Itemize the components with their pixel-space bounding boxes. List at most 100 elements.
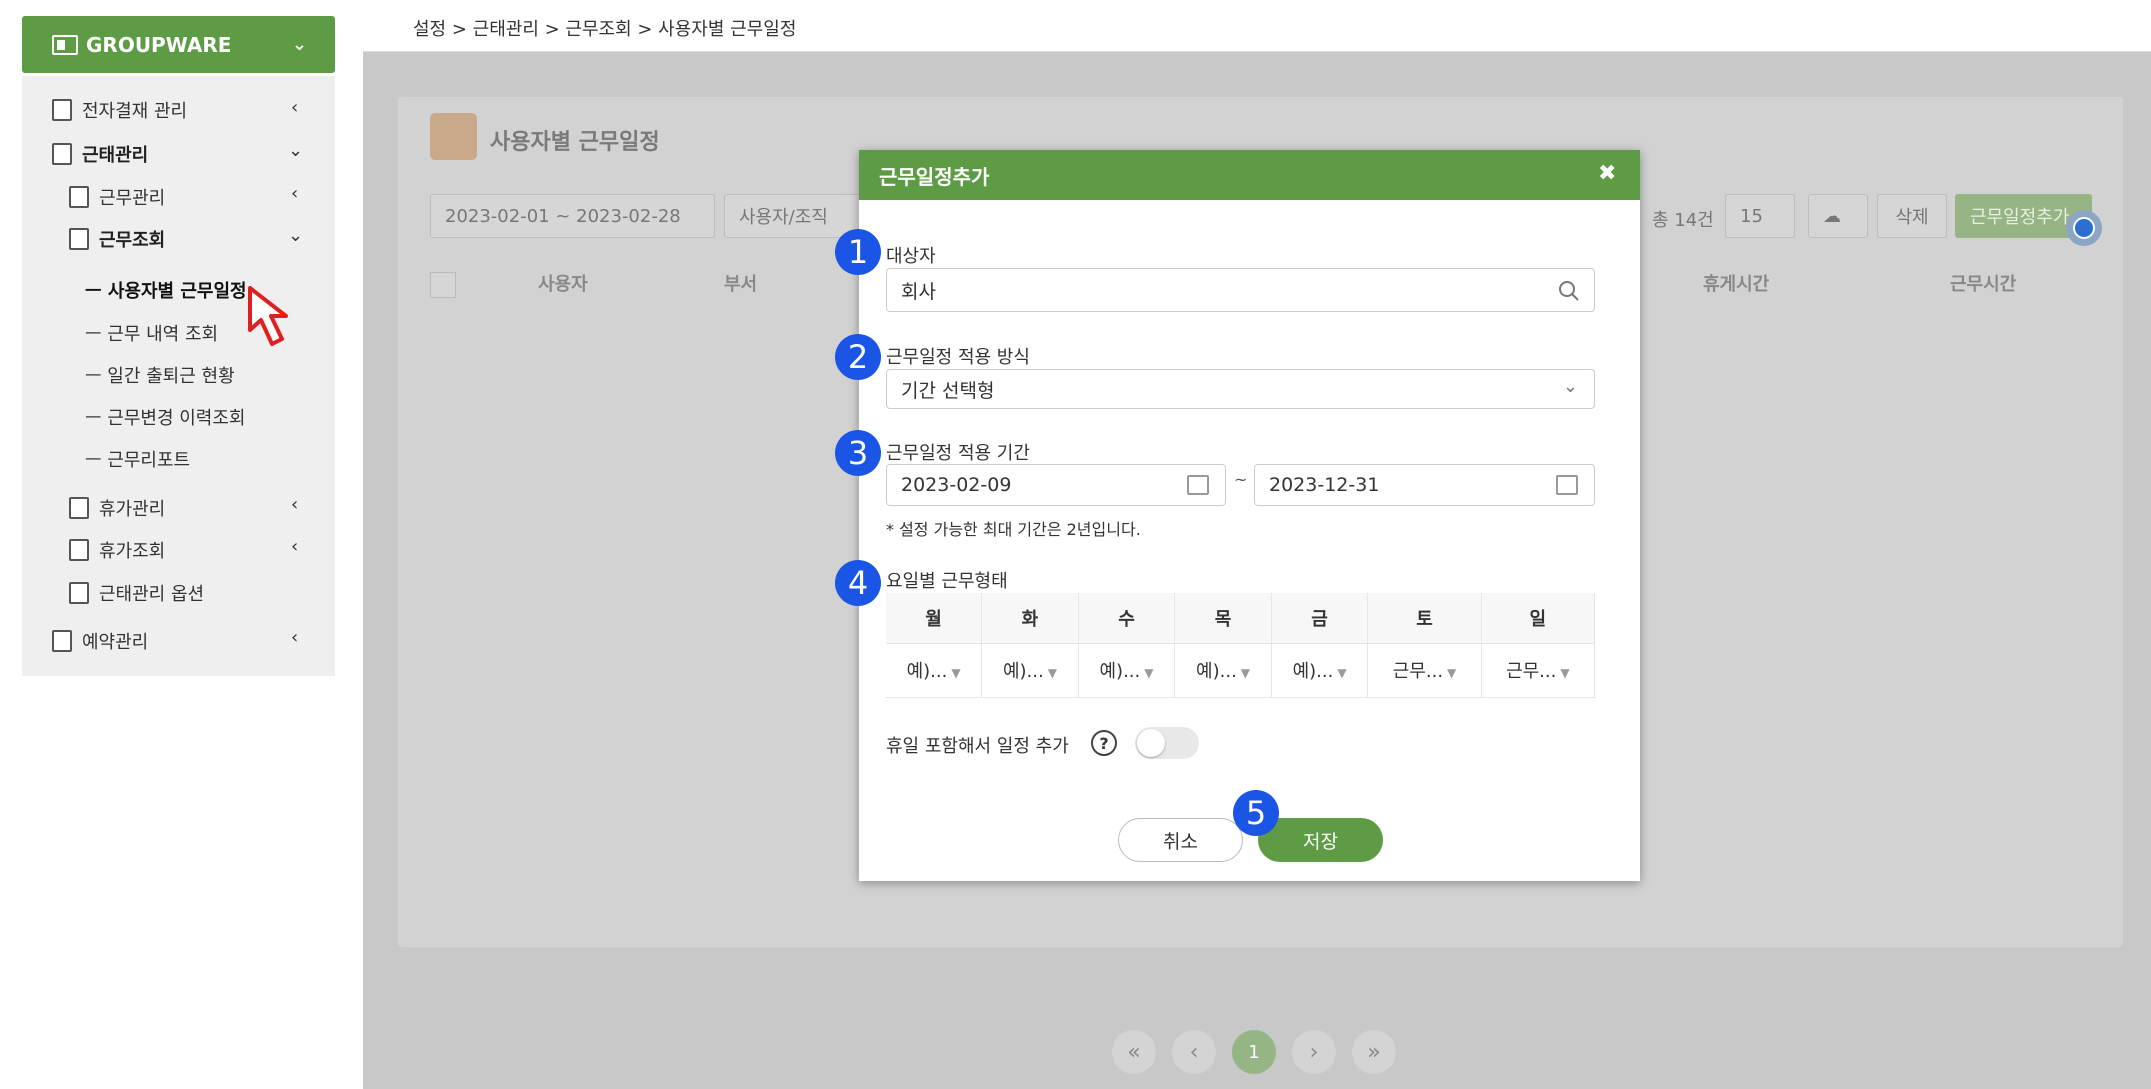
sidebar-item-label: 예약관리 [82, 632, 149, 653]
document-icon [69, 582, 89, 604]
sidebar-sub-work-report[interactable]: ㅡ 근무리포트 [85, 446, 190, 472]
caret-down-icon: ▼ [1447, 666, 1457, 680]
step-badge-4: 4 [835, 560, 881, 606]
delete-button[interactable]: 삭제 [1877, 194, 1947, 238]
sidebar-item-work-view[interactable]: 근무조회 [69, 226, 165, 252]
cancel-button[interactable]: 취소 [1118, 818, 1243, 862]
day-value: 근무... [1506, 661, 1557, 682]
sidebar-item-work-manage[interactable]: 근무관리 [69, 184, 165, 210]
chevron-down-icon: ⌄ [288, 140, 304, 161]
target-input[interactable]: 회사 [886, 268, 1595, 312]
column-header-worktime[interactable]: 근무시간 [1950, 270, 2016, 296]
period-label: 근무일정 적용 기간 [886, 443, 1030, 464]
column-header-dept[interactable]: 부서 [724, 270, 757, 296]
day-value: 근무... [1392, 661, 1444, 682]
page-size-value: 15 [1740, 205, 1763, 227]
user-org-placeholder: 사용자/조직 [739, 207, 828, 228]
delete-label: 삭제 [1895, 207, 1929, 228]
holiday-label: 휴일 포함해서 일정 추가 [886, 736, 1069, 757]
day-select-sat[interactable]: 근무... ▼ [1367, 642, 1482, 698]
day-select-mon[interactable]: 예)... ▼ [886, 642, 983, 698]
search-icon[interactable] [1558, 280, 1580, 302]
day-value: 예)... [1292, 661, 1334, 682]
sidebar-sub-change-history[interactable]: ㅡ 근무변경 이력조회 [85, 404, 245, 430]
caret-down-icon: ▼ [1560, 666, 1570, 680]
calendar-search-icon [69, 539, 89, 561]
day-select-tue[interactable]: 예)... ▼ [981, 642, 1079, 698]
sidebar-item-attendance[interactable]: 근태관리 [52, 141, 148, 167]
column-header-break[interactable]: 휴게시간 [1703, 270, 1769, 296]
date-separator: ~ [1234, 470, 1248, 489]
sidebar-item-leave-manage[interactable]: 휴가관리 [69, 495, 165, 521]
caret-down-icon: ▼ [1047, 666, 1057, 680]
period-note: * 설정 가능한 최대 기간은 2년입니다. [886, 520, 1141, 539]
day-select-wed[interactable]: 예)... ▼ [1078, 642, 1176, 698]
groupware-label: GROUPWARE [86, 32, 232, 57]
sidebar-sub-daily-attendance[interactable]: ㅡ 일간 출퇴근 현황 [85, 362, 235, 388]
holiday-toggle[interactable] [1135, 727, 1199, 759]
sidebar-item-label: 근무조회 [99, 230, 166, 251]
chevron-left-icon: ‹ [291, 97, 299, 118]
day-select-fri[interactable]: 예)... ▼ [1271, 642, 1369, 698]
chevron-down-icon: ⌄ [291, 34, 307, 55]
sidebar-item-reservation[interactable]: 예약관리 [52, 628, 148, 654]
sidebar-sub-user-schedule[interactable]: ㅡ 사용자별 근무일정 [85, 277, 247, 303]
calendar-icon [69, 497, 89, 519]
sidebar-item-label: 휴가조회 [99, 541, 166, 562]
method-value: 기간 선택형 [901, 379, 995, 402]
breadcrumb: 설정 > 근태관리 > 근무조회 > 사용자별 근무일정 [413, 19, 797, 40]
next-page-button[interactable]: › [1292, 1030, 1336, 1074]
last-page-button[interactable]: » [1352, 1030, 1396, 1074]
day-value: 예)... [1099, 661, 1141, 682]
calendar-icon[interactable] [1187, 475, 1209, 495]
method-select[interactable]: 기간 선택형 ⌄ [886, 369, 1595, 409]
help-icon[interactable]: ? [1091, 730, 1117, 756]
day-select-sun[interactable]: 근무... ▼ [1481, 642, 1596, 698]
page-size-select[interactable]: 15 [1725, 194, 1795, 238]
chevron-down-icon: ⌄ [288, 225, 304, 246]
cloud-download-icon: ☁ [1823, 205, 1841, 227]
sidebar-item-label: 근태관리 옵션 [99, 584, 205, 605]
start-date-input[interactable]: 2023-02-09 [886, 464, 1226, 506]
chevron-down-icon: ⌄ [1562, 376, 1578, 397]
chevron-left-icon: ‹ [291, 627, 299, 648]
save-button[interactable]: 저장 [1258, 818, 1383, 862]
step-badge-1: 1 [835, 229, 881, 275]
calendar-clock-icon [52, 630, 72, 652]
caret-down-icon: ▼ [1240, 666, 1251, 680]
caret-down-icon: ▼ [951, 666, 961, 680]
step-badge-5: 5 [1233, 790, 1279, 836]
sidebar-item-attendance-options[interactable]: 근태관리 옵션 [69, 580, 204, 606]
sidebar-item-label: 휴가관리 [99, 499, 166, 520]
select-all-checkbox[interactable] [430, 272, 456, 298]
download-button[interactable]: ☁ [1808, 194, 1868, 238]
modal-title: 근무일정추가 [859, 150, 1640, 200]
page-1-button[interactable]: 1 [1232, 1030, 1276, 1074]
prev-page-button[interactable]: ‹ [1172, 1030, 1216, 1074]
day-header-thu: 목 [1174, 593, 1272, 643]
date-range-filter[interactable]: 2023-02-01 ~ 2023-02-28 [430, 194, 715, 238]
end-date-input[interactable]: 2023-12-31 [1254, 464, 1595, 506]
day-header-sat: 토 [1367, 593, 1482, 643]
user-org-search[interactable]: 사용자/조직 [724, 194, 864, 238]
user-clock-icon [69, 186, 89, 208]
sidebar-item-label: 전자결재 관리 [82, 101, 188, 122]
document-icon [52, 99, 72, 121]
groupware-menu-header[interactable]: GROUPWARE ⌄ [22, 16, 335, 73]
day-select-thu[interactable]: 예)... ▼ [1174, 642, 1272, 698]
close-icon[interactable]: ✖ [1598, 161, 1616, 186]
groupware-icon [52, 34, 78, 55]
sidebar-sub-work-history[interactable]: ㅡ 근무 내역 조회 [85, 320, 218, 346]
method-label: 근무일정 적용 방식 [886, 347, 1030, 368]
user-search-icon [69, 228, 89, 250]
sidebar-item-approval[interactable]: 전자결재 관리 [52, 97, 187, 123]
date-range-text: 2023-02-01 ~ 2023-02-28 [445, 205, 681, 227]
chevron-left-icon: ‹ [291, 183, 299, 204]
click-dot [2073, 217, 2095, 239]
calendar-icon[interactable] [1556, 475, 1578, 495]
first-page-button[interactable]: « [1112, 1030, 1156, 1074]
column-header-user[interactable]: 사용자 [538, 270, 588, 296]
calendar-icon [430, 113, 477, 160]
sidebar-item-leave-view[interactable]: 휴가조회 [69, 537, 165, 563]
sidebar-item-label: 근태관리 [82, 145, 149, 166]
